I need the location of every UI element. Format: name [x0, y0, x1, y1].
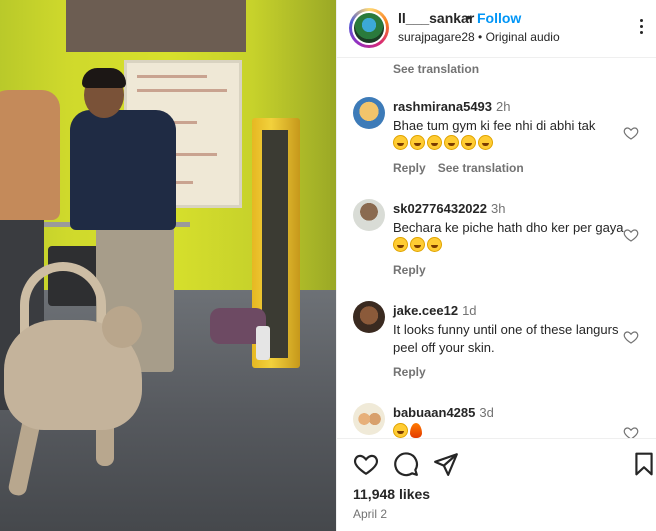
comment-text: It looks funny until one of these langur… [393, 322, 619, 355]
comment-time: 3h [491, 201, 506, 216]
comment-emojis [393, 237, 444, 253]
reply-button[interactable]: Reply [393, 365, 426, 379]
commenter-avatar[interactable] [353, 403, 385, 435]
bookmark-icon[interactable] [631, 451, 656, 477]
comment-emojis [393, 423, 422, 438]
author-username[interactable]: ll___sankar [398, 10, 474, 26]
separator-dot: • [466, 9, 471, 25]
heart-icon[interactable] [623, 329, 639, 345]
follow-button[interactable]: Follow [477, 10, 521, 26]
audio-credit[interactable]: surajpagare28 • Original audio [398, 30, 560, 44]
comment-text: Bechara ke piche hath dho ker per gaya [393, 219, 625, 255]
post-date[interactable]: April 2 [353, 507, 387, 521]
commenter-avatar[interactable] [353, 97, 385, 129]
man-hair [82, 68, 126, 88]
heart-icon[interactable] [623, 227, 639, 243]
heart-icon[interactable] [353, 451, 379, 477]
comment-actions: Reply See translation [393, 161, 536, 175]
langur-head [102, 306, 142, 348]
post-actions-bar: 11,948 likes April 2 [337, 438, 656, 531]
post-header: ll___sankar • Follow surajpagare28 • Ori… [337, 0, 656, 58]
post-details-panel: ll___sankar • Follow surajpagare28 • Ori… [336, 0, 656, 531]
likes-count[interactable]: 11,948 likes [353, 486, 430, 502]
comment-text: Bhae tum gym ki fee nhi di abhi tak [393, 117, 625, 153]
comment-text [393, 423, 625, 438]
water-bottle [256, 326, 270, 360]
heart-icon[interactable] [623, 125, 639, 141]
comment-icon[interactable] [393, 451, 419, 477]
heart-icon[interactable] [623, 425, 639, 438]
comment-time: 1d [462, 303, 477, 318]
person-left [0, 90, 60, 220]
post-video[interactable] [0, 0, 336, 531]
commenter-avatar[interactable] [353, 199, 385, 231]
see-translation-link[interactable]: See translation [393, 62, 479, 76]
share-icon[interactable] [433, 451, 459, 477]
commenter-username[interactable]: rashmirana5493 2h [393, 99, 510, 114]
comment-actions: Reply [393, 263, 438, 277]
author-avatar[interactable] [349, 8, 389, 48]
commenter-username[interactable]: babuaan4285 3d [393, 405, 494, 420]
comment-time: 2h [496, 99, 511, 114]
commenter-username[interactable]: jake.cee12 1d [393, 303, 477, 318]
comment-emojis [393, 135, 495, 151]
comment-actions: Reply [393, 365, 438, 379]
man-hoodie [70, 110, 176, 230]
see-translation-link[interactable]: See translation [438, 161, 524, 175]
commenter-username[interactable]: sk02776432022 3h [393, 201, 505, 216]
wall-poster [66, 0, 246, 52]
commenter-avatar[interactable] [353, 301, 385, 333]
reply-button[interactable]: Reply [393, 263, 426, 277]
reply-button[interactable]: Reply [393, 161, 426, 175]
comment-time: 3d [479, 405, 494, 420]
more-options-icon[interactable] [633, 16, 649, 36]
comments-list[interactable]: See translation rashmirana5493 2h Bhae tu… [337, 59, 656, 438]
